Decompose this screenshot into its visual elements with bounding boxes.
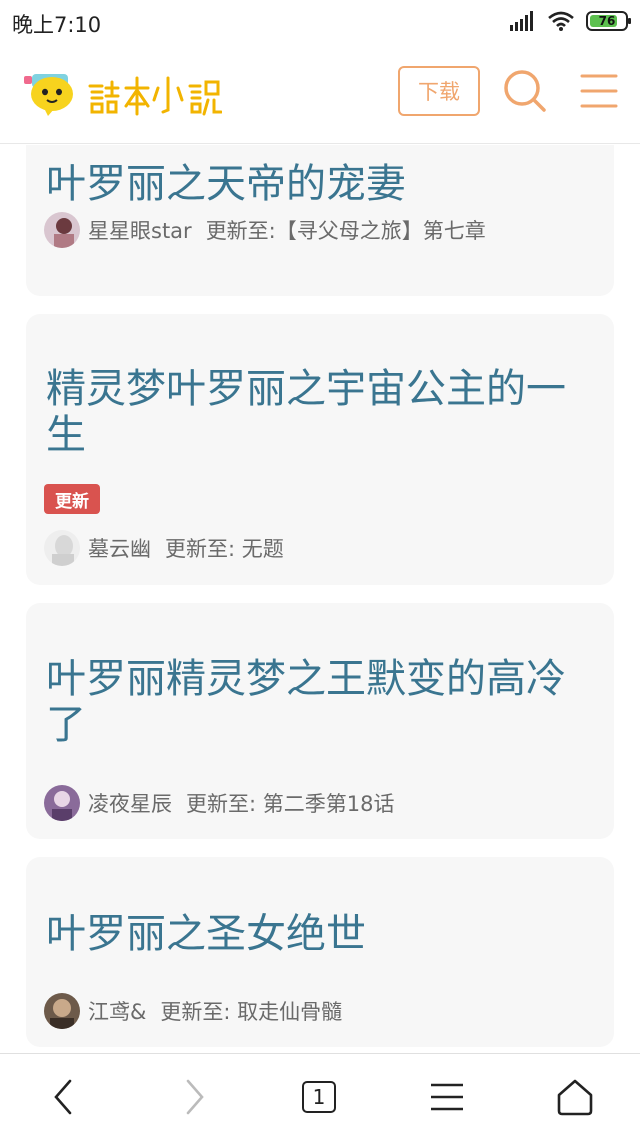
author-name: 凌夜星辰 (88, 792, 172, 816)
search-icon (504, 70, 546, 112)
avatar (44, 993, 80, 1029)
avatar (44, 530, 80, 566)
site-header: 下载 (0, 46, 640, 144)
story-card[interactable]: 叶罗丽之天帝的宠妻 星星眼star 更新至:【寻父母之旅】第七章 (26, 145, 614, 296)
status-bar: 晚上7:10 76 (0, 0, 640, 46)
back-button[interactable] (38, 1072, 88, 1122)
tab-count: 1 (312, 1085, 326, 1109)
story-card[interactable]: 叶罗丽精灵梦之王默变的高冷了 凌夜星辰 更新至: 第二季第18话 (26, 603, 614, 839)
update-text: 更新至: 第二季第18话 (186, 792, 395, 816)
menu-nav-button[interactable] (422, 1072, 472, 1122)
update-text: 更新至: 取走仙骨髓 (160, 1000, 343, 1024)
signal-icon (510, 11, 533, 31)
home-icon (557, 1079, 593, 1116)
story-list: 叶罗丽之天帝的宠妻 星星眼star 更新至:【寻父母之旅】第七章 精灵梦叶罗丽之… (0, 145, 640, 1053)
tabs-icon: 1 (302, 1081, 336, 1113)
forward-button[interactable] (170, 1072, 220, 1122)
author-name: 墓云幽 (88, 537, 151, 561)
update-text: 更新至: 无题 (165, 537, 284, 561)
story-title[interactable]: 精灵梦叶罗丽之宇宙公主的一生 (46, 366, 566, 458)
story-meta: 星星眼star 更新至:【寻父母之旅】第七章 (44, 212, 486, 248)
hamburger-icon (431, 1083, 463, 1111)
site-logo[interactable] (22, 64, 223, 124)
story-card[interactable]: 精灵梦叶罗丽之宇宙公主的一生 更新 墓云幽 更新至: 无题 (26, 314, 614, 585)
wifi-icon (548, 11, 574, 31)
story-title[interactable]: 叶罗丽之圣女绝世 (46, 911, 566, 957)
status-icons: 76 (510, 11, 631, 31)
chevron-left-icon (54, 1079, 72, 1115)
update-badge: 更新 (44, 484, 100, 514)
home-button[interactable] (550, 1072, 600, 1122)
story-meta: 墓云幽 更新至: 无题 (44, 530, 284, 566)
status-time: 晚上7:10 (12, 13, 102, 37)
battery-level: 76 (598, 14, 616, 28)
story-title[interactable]: 叶罗丽之天帝的宠妻 (46, 161, 566, 207)
avatar (44, 785, 80, 821)
author-name: 江鸢& (88, 1000, 147, 1024)
search-button[interactable] (500, 66, 550, 116)
author-name: 星星眼star (88, 219, 192, 243)
avatar (44, 212, 80, 248)
hamburger-icon (580, 74, 618, 108)
story-meta: 凌夜星辰 更新至: 第二季第18话 (44, 785, 394, 821)
menu-button[interactable] (578, 68, 620, 114)
story-title[interactable]: 叶罗丽精灵梦之王默变的高冷了 (46, 656, 566, 748)
download-button[interactable]: 下载 (398, 66, 480, 116)
story-meta: 江鸢& 更新至: 取走仙骨髓 (44, 993, 342, 1029)
battery-icon: 76 (586, 11, 631, 31)
tabs-button[interactable]: 1 (294, 1072, 344, 1122)
chevron-right-icon (186, 1079, 204, 1115)
browser-nav-bar: 1 (0, 1053, 640, 1138)
story-card[interactable]: 叶罗丽之圣女绝世 江鸢& 更新至: 取走仙骨髓 (26, 857, 614, 1047)
update-text: 更新至:【寻父母之旅】第七章 (205, 219, 486, 243)
